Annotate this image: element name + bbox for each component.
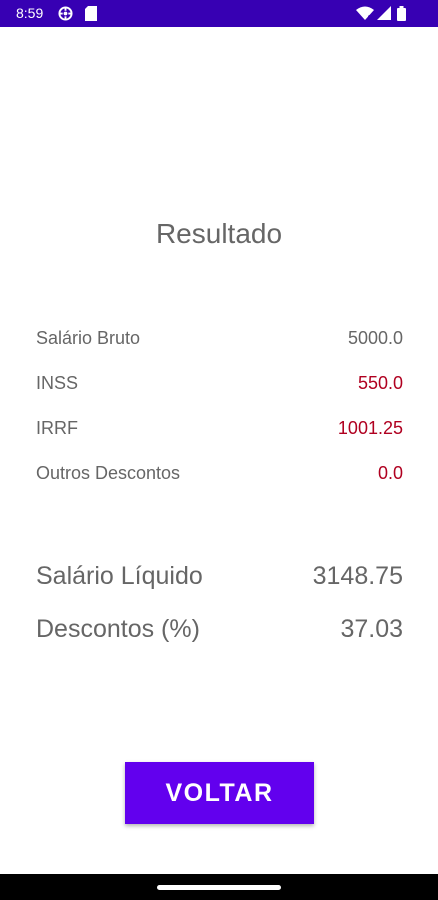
page-title: Resultado — [155, 218, 283, 249]
row-label: IRRF — [36, 418, 78, 438]
row-label: Outros Descontos — [36, 463, 181, 483]
row-value: 550.0 — [357, 373, 403, 393]
row-inss: INSS 550.0 — [36, 373, 403, 399]
navigation-bar — [0, 874, 438, 900]
wifi-icon — [356, 6, 374, 25]
status-bar: 8:59 — [0, 0, 438, 27]
row-outros-descontos: Outros Descontos 0.0 — [36, 463, 403, 489]
row-label: Salário Bruto — [36, 328, 141, 348]
row-label: INSS — [36, 373, 79, 393]
row-salario-liquido: Salário Líquido 3148.75 — [36, 562, 403, 596]
summary-label: Salário Líquido — [36, 562, 203, 590]
row-salario-bruto: Salário Bruto 5000.0 — [36, 328, 403, 354]
row-irrf: IRRF 1001.25 — [36, 418, 403, 444]
row-value: 1001.25 — [337, 418, 403, 438]
summary-value: 3148.75 — [312, 562, 403, 590]
battery-icon — [397, 6, 406, 25]
sd-card-icon — [85, 6, 97, 25]
row-value: 0.0 — [377, 463, 403, 483]
summary-value: 37.03 — [340, 615, 403, 643]
home-gesture-handle[interactable] — [157, 885, 281, 890]
status-time: 8:59 — [16, 5, 44, 21]
settings-icon — [58, 6, 73, 25]
signal-icon — [377, 6, 391, 25]
voltar-button[interactable]: VOLTAR — [125, 762, 314, 824]
summary-label: Descontos (%) — [36, 615, 200, 643]
row-value: 5000.0 — [347, 328, 403, 348]
row-descontos-percent: Descontos (%) 37.03 — [36, 615, 403, 649]
